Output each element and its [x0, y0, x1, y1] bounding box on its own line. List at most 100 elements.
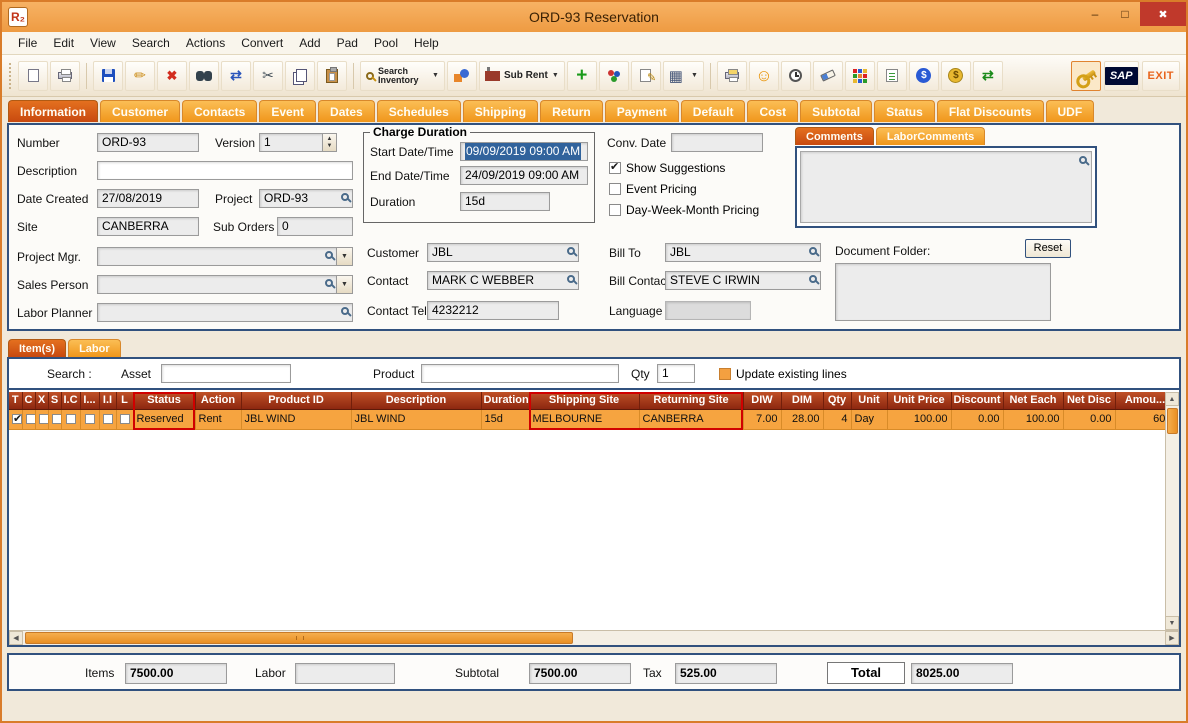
vertical-scroll-thumb[interactable]	[1167, 408, 1178, 434]
tab-event[interactable]: Event	[259, 100, 316, 122]
product-input[interactable]	[421, 364, 619, 383]
col-ii[interactable]: I.I	[99, 392, 116, 409]
tools-button[interactable]	[1071, 61, 1101, 91]
tab-contacts[interactable]: Contacts	[182, 100, 257, 122]
row-i-checkbox[interactable]	[85, 414, 95, 424]
dollar-button[interactable]	[909, 61, 939, 91]
project-mgr-dropdown[interactable]: ▼	[336, 247, 353, 266]
labor-planner-field[interactable]	[97, 303, 353, 322]
maximize-button[interactable]: □	[1110, 2, 1140, 26]
col-l[interactable]: L	[116, 392, 133, 409]
cell-status[interactable]: Reserved	[133, 409, 195, 429]
search-icon[interactable]	[809, 247, 817, 255]
col-net-disc[interactable]: Net Disc	[1063, 392, 1115, 409]
tab-subtotal[interactable]: Subtotal	[800, 100, 872, 122]
shapes-button[interactable]	[447, 61, 477, 91]
col-diw[interactable]: DIW	[743, 392, 781, 409]
cell-amount[interactable]: 600	[1115, 409, 1165, 429]
cell-returning-site[interactable]: CANBERRA	[639, 409, 743, 429]
menu-pool[interactable]: Pool	[366, 33, 406, 53]
date-created-field[interactable]: 27/08/2019	[97, 189, 199, 208]
row-c-checkbox[interactable]	[26, 414, 36, 424]
search-icon[interactable]	[1079, 156, 1087, 164]
delete-button[interactable]	[157, 61, 187, 91]
tab-items[interactable]: Item(s)	[8, 339, 66, 357]
vertical-scrollbar[interactable]: ▲ ▼	[1165, 392, 1179, 630]
save-button[interactable]	[93, 61, 123, 91]
col-s[interactable]: S	[48, 392, 61, 409]
menu-help[interactable]: Help	[406, 33, 447, 53]
col-duration[interactable]: Duration	[481, 392, 529, 409]
number-field[interactable]: ORD-93	[97, 133, 199, 152]
search-icon[interactable]	[341, 307, 349, 315]
end-date-field[interactable]: 24/09/2019 09:00 AM	[460, 166, 588, 185]
tab-comments[interactable]: Comments	[795, 127, 874, 145]
menu-convert[interactable]: Convert	[233, 33, 291, 53]
edit-button[interactable]	[125, 61, 155, 91]
cell-product-id[interactable]: JBL WIND	[241, 409, 351, 429]
tab-labor-comments[interactable]: LaborComments	[876, 127, 985, 145]
scroll-right-button[interactable]: ▶	[1165, 631, 1179, 645]
cell-qty[interactable]: 4	[823, 409, 851, 429]
tab-labor[interactable]: Labor	[68, 339, 121, 357]
search-inventory-button[interactable]: Search Inventory ▼	[360, 61, 445, 91]
tab-flat-discounts[interactable]: Flat Discounts	[937, 100, 1044, 122]
row-ic-checkbox[interactable]	[66, 414, 76, 424]
sales-person-dropdown[interactable]: ▼	[336, 275, 353, 294]
row-l-checkbox[interactable]	[120, 414, 130, 424]
paste-button[interactable]	[317, 61, 347, 91]
asset-input[interactable]	[161, 364, 291, 383]
menu-add[interactable]: Add	[291, 33, 328, 53]
tab-information[interactable]: Information	[8, 100, 98, 122]
col-c[interactable]: C	[22, 392, 35, 409]
menu-actions[interactable]: Actions	[178, 33, 233, 53]
menu-edit[interactable]: Edit	[45, 33, 82, 53]
new-button[interactable]	[18, 61, 48, 91]
tab-payment[interactable]: Payment	[605, 100, 679, 122]
col-i[interactable]: I...	[80, 392, 99, 409]
cell-dim[interactable]: 28.00	[781, 409, 823, 429]
row-x-checkbox[interactable]	[39, 414, 49, 424]
tab-udf[interactable]: UDF	[1046, 100, 1095, 122]
coins-button[interactable]	[941, 61, 971, 91]
pool-button[interactable]	[599, 61, 629, 91]
day-week-month-checkbox[interactable]	[609, 204, 621, 216]
menu-pad[interactable]: Pad	[329, 33, 366, 53]
cell-duration[interactable]: 15d	[481, 409, 529, 429]
event-pricing-checkbox[interactable]	[609, 183, 621, 195]
description-field[interactable]	[97, 161, 353, 180]
search-icon[interactable]	[341, 193, 349, 201]
col-action[interactable]: Action	[195, 392, 241, 409]
copy-button[interactable]	[285, 61, 315, 91]
transfer-button[interactable]	[221, 61, 251, 91]
edit-note-button[interactable]	[631, 61, 661, 91]
conv-date-field[interactable]	[671, 133, 763, 152]
scroll-left-button[interactable]: ◀	[9, 631, 23, 645]
bill-to-field[interactable]: JBL	[665, 243, 821, 262]
col-qty[interactable]: Qty	[823, 392, 851, 409]
exchange-button[interactable]	[973, 61, 1003, 91]
close-button[interactable]: ✖	[1140, 2, 1186, 26]
tab-schedules[interactable]: Schedules	[377, 100, 461, 122]
cell-unit[interactable]: Day	[851, 409, 887, 429]
update-existing-lines-checkbox[interactable]	[719, 368, 731, 380]
col-unit-price[interactable]: Unit Price	[887, 392, 951, 409]
col-x[interactable]: X	[35, 392, 48, 409]
menu-file[interactable]: File	[10, 33, 45, 53]
eraser-button[interactable]	[813, 61, 843, 91]
tab-dates[interactable]: Dates	[318, 100, 375, 122]
tab-cost[interactable]: Cost	[747, 100, 798, 122]
col-status[interactable]: Status	[133, 392, 195, 409]
col-t[interactable]: T	[9, 392, 22, 409]
cell-shipping-site[interactable]: MELBOURNE	[529, 409, 639, 429]
sales-person-field[interactable]	[97, 275, 337, 294]
col-discount[interactable]: Discount	[951, 392, 1003, 409]
print-labels-button[interactable]	[717, 61, 747, 91]
print-button[interactable]	[50, 61, 80, 91]
cell-diw[interactable]: 7.00	[743, 409, 781, 429]
cell-description[interactable]: JBL WIND	[351, 409, 481, 429]
qty-input[interactable]: 1	[657, 364, 695, 383]
project-mgr-field[interactable]	[97, 247, 337, 266]
show-suggestions-checkbox[interactable]	[609, 162, 621, 174]
customer-field[interactable]: JBL	[427, 243, 579, 262]
